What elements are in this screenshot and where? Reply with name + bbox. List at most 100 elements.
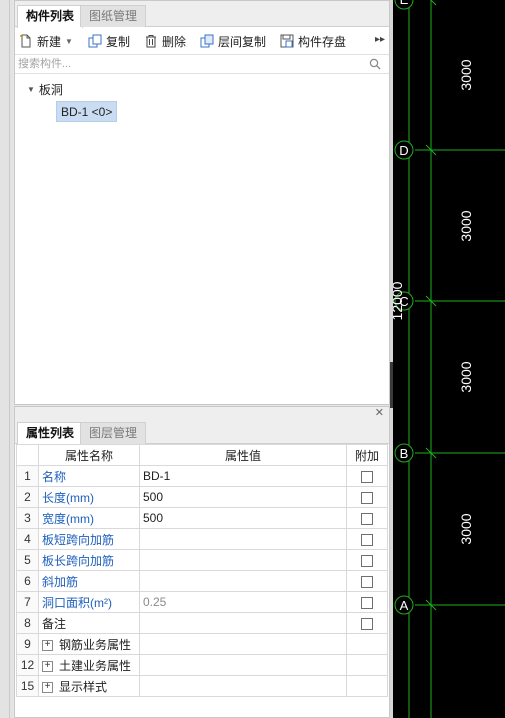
row-number: 2 [16,486,39,508]
extra-cell [346,612,388,634]
copy-button[interactable]: 复制 [88,31,130,51]
toolbar-more-icon[interactable]: ▸▸ [375,34,385,45]
tab-component-list[interactable]: 构件列表 [17,5,84,28]
table-row-group[interactable]: 15 + 显示样式 [16,675,388,697]
collapse-triangle-icon[interactable]: ▼ [27,85,35,94]
group-value [139,675,347,697]
dimension-text: 3000 [458,210,474,241]
component-tabbar: 构件列表 图纸管理 [15,1,389,28]
property-panel-header: ✕ [15,407,389,421]
tree-item-bd-1[interactable]: BD-1 <0> [56,101,118,122]
row-number: 5 [16,549,39,571]
row-number: 1 [16,465,39,487]
axis-label-d: D [399,143,408,158]
extra-cell [346,528,388,550]
row-number: 6 [16,570,39,592]
component-search-input[interactable] [18,56,358,72]
group-value [139,654,347,676]
property-list-panel: ✕ 属性列表 图层管理 属性名称 属性值 附加 1 名称 BD-1 2 长度(m… [14,406,390,718]
extra-checkbox[interactable] [361,575,373,588]
column-header-value: 属性值 [139,444,347,466]
property-name: 名称 [38,465,140,487]
tree-node-slab-opening[interactable]: ▼ 板洞 [27,80,63,98]
expand-plus-icon[interactable]: + [42,660,53,672]
search-icon[interactable] [369,58,381,70]
extra-cell [346,465,388,487]
property-value: 0.25 [139,591,347,613]
property-value[interactable] [139,528,347,550]
table-row[interactable]: 2 长度(mm) 500 [16,486,388,508]
save-icon [280,34,294,48]
extra-cell [346,591,388,613]
table-row[interactable]: 1 名称 BD-1 [16,465,388,487]
axis-label-e: E [400,0,409,7]
table-row[interactable]: 7 洞口面积(m²) 0.25 [16,591,388,613]
component-tree: ▼ 板洞 BD-1 <0> [15,75,389,375]
tab-drawing-management[interactable]: 图纸管理 [80,5,147,27]
extra-checkbox[interactable] [361,596,373,609]
extra-cell [346,486,388,508]
property-value[interactable]: 500 [139,507,347,529]
property-value[interactable] [139,570,347,592]
extra-cell [346,549,388,571]
table-row-group[interactable]: 12 + 土建业务属性 [16,654,388,676]
extra-cell [346,633,388,655]
delete-button[interactable]: 删除 [144,31,186,51]
group-name-cell: + 显示样式 [38,675,140,697]
extra-cell [346,507,388,529]
floor-copy-button[interactable]: 层间复制 [200,31,266,51]
property-value[interactable]: 500 [139,486,347,508]
extra-checkbox[interactable] [361,617,373,630]
component-list-panel: 构件列表 图纸管理 新建 ▼ 复制 删除 层间复制 构件存盘 ▸▸ 搜索构件..… [14,0,390,405]
table-row[interactable]: 3 宽度(mm) 500 [16,507,388,529]
left-gutter [0,0,13,718]
property-value[interactable] [139,612,347,634]
close-icon[interactable]: ✕ [375,407,384,420]
copy-button-label: 复制 [106,34,131,49]
table-row[interactable]: 6 斜加筋 [16,570,388,592]
table-row[interactable]: 8 备注 [16,612,388,634]
table-row[interactable]: 5 板长跨向加筋 [16,549,388,571]
extra-checkbox[interactable] [361,491,373,504]
tab-property-list[interactable]: 属性列表 [17,422,84,444]
extra-checkbox[interactable] [361,512,373,525]
row-number: 12 [16,654,39,676]
new-button[interactable]: 新建 ▼ [19,31,73,51]
property-table: 属性名称 属性值 附加 1 名称 BD-1 2 长度(mm) 500 3 宽度(… [16,444,388,697]
property-name: 长度(mm) [38,486,140,508]
chevron-down-icon[interactable]: ▼ [65,37,73,46]
row-number: 9 [16,633,39,655]
row-number: 15 [16,675,39,697]
dimension-text: 3000 [458,513,474,544]
tab-layer-management[interactable]: 图层管理 [80,422,147,444]
expand-plus-icon[interactable]: + [42,639,53,651]
expand-plus-icon[interactable]: + [42,681,53,693]
property-value[interactable] [139,549,347,571]
floor-copy-button-label: 层间复制 [218,34,267,49]
extra-checkbox[interactable] [361,554,373,567]
axis-label-a: A [400,598,409,613]
extra-checkbox[interactable] [361,470,373,483]
row-number: 7 [16,591,39,613]
component-search-bar [15,54,389,74]
table-row[interactable]: 4 板短跨向加筋 [16,528,388,550]
table-row-group[interactable]: 9 + 钢筋业务属性 [16,633,388,655]
save-component-button[interactable]: 构件存盘 [280,31,346,51]
column-header-extra: 附加 [346,444,388,466]
property-name: 备注 [38,612,140,634]
row-number: 8 [16,612,39,634]
table-header-row: 属性名称 属性值 附加 [16,444,388,466]
copy-icon [88,34,102,48]
property-name: 板长跨向加筋 [38,549,140,571]
cad-drawing: E D C B A 3000 3000 3000 3000 12000 [393,0,505,718]
group-name-cell: + 土建业务属性 [38,654,140,676]
extra-checkbox[interactable] [361,533,373,546]
extra-cell [346,675,388,697]
dimension-text: 3000 [458,59,474,90]
property-value[interactable]: BD-1 [139,465,347,487]
extra-cell [346,654,388,676]
drawing-canvas[interactable]: E D C B A 3000 3000 3000 3000 12000 [393,0,505,718]
property-name: 斜加筋 [38,570,140,592]
new-button-label: 新建 [37,34,62,49]
property-name: 板短跨向加筋 [38,528,140,550]
